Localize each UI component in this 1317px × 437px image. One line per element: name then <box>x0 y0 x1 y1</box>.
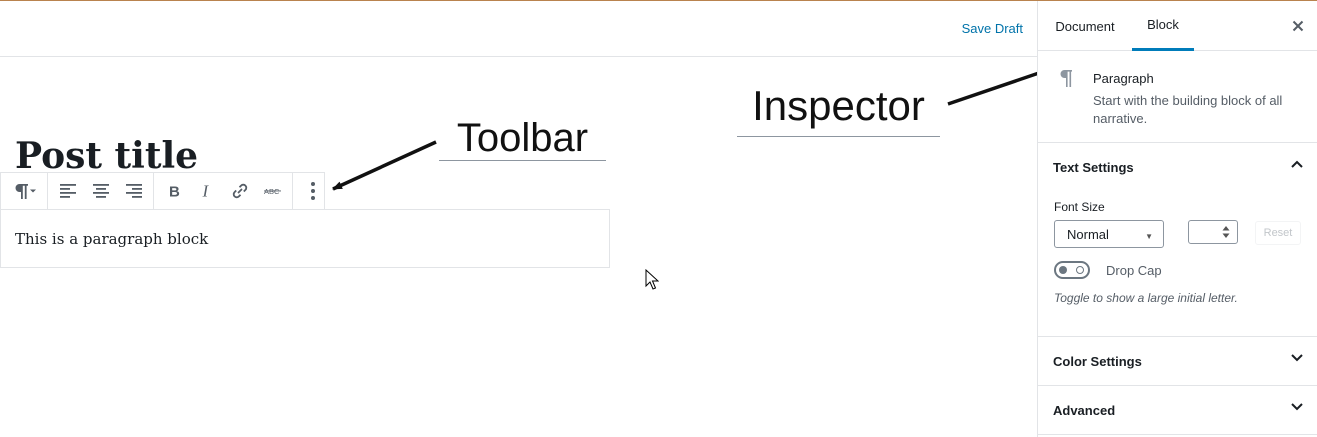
color-settings-panel: Color Settings <box>1038 337 1317 386</box>
tab-block[interactable]: Block <box>1132 1 1194 51</box>
post-title[interactable]: Post title <box>15 138 198 172</box>
chevron-up-icon <box>1291 160 1303 168</box>
font-size-label: Font Size <box>1054 200 1105 214</box>
dropdown-caret-icon: ▼ <box>1145 232 1153 241</box>
strikethrough-icon: ABC <box>263 187 281 196</box>
link-button[interactable] <box>223 173 256 209</box>
toggle-off-indicator <box>1076 266 1084 274</box>
spinner-arrows-icon[interactable] <box>1221 225 1231 239</box>
block-toolbar: B I ABC <box>0 172 325 210</box>
block-switcher-group <box>1 173 48 209</box>
color-settings-toggle[interactable]: Color Settings <box>1038 337 1317 385</box>
close-sidebar-button[interactable] <box>1289 17 1307 35</box>
svg-text:I: I <box>201 184 209 198</box>
align-center-icon <box>92 184 109 198</box>
chevron-down-icon <box>1291 403 1303 411</box>
strikethrough-button[interactable]: ABC <box>256 173 289 209</box>
more-options-icon <box>310 182 315 200</box>
block-card-title: Paragraph <box>1093 71 1154 86</box>
svg-text:ABC: ABC <box>264 187 280 196</box>
more-options-button[interactable] <box>296 173 329 209</box>
mouse-cursor-icon <box>645 269 659 290</box>
svg-text:B: B <box>169 184 180 198</box>
advanced-title: Advanced <box>1053 402 1116 418</box>
alignment-group <box>48 173 154 209</box>
toggle-knob <box>1059 266 1067 274</box>
custom-font-size-input[interactable] <box>1188 220 1238 244</box>
sidebar-tabs: Document Block <box>1038 1 1317 51</box>
reset-font-size-button[interactable]: Reset <box>1255 221 1301 245</box>
align-right-button[interactable] <box>117 173 150 209</box>
inspector-sidebar: Document Block Paragraph Start with the … <box>1037 1 1317 437</box>
paragraph-icon <box>1060 70 1072 87</box>
text-settings-panel: Text Settings Font Size Normal ▼ Reset D… <box>1038 143 1317 337</box>
drop-cap-help-text: Toggle to show a large initial letter. <box>1054 291 1238 305</box>
block-card: Paragraph Start with the building block … <box>1038 51 1317 143</box>
text-settings-title: Text Settings <box>1053 159 1134 175</box>
bold-icon: B <box>169 184 180 198</box>
tab-document[interactable]: Document <box>1046 1 1124 51</box>
close-icon <box>1292 20 1304 32</box>
font-size-select[interactable]: Normal ▼ <box>1054 220 1164 248</box>
paragraph-text[interactable]: This is a paragraph block <box>15 230 208 248</box>
align-right-icon <box>125 184 142 198</box>
paragraph-block[interactable]: This is a paragraph block <box>0 209 610 268</box>
advanced-panel: Advanced <box>1038 386 1317 435</box>
block-card-description: Start with the building block of all nar… <box>1093 93 1283 126</box>
paragraph-icon <box>15 184 36 199</box>
drop-cap-label: Drop Cap <box>1106 263 1162 278</box>
toolbar-arrow <box>332 140 437 191</box>
inspector-annotation: Inspector <box>737 76 940 137</box>
font-size-value: Normal <box>1067 226 1109 242</box>
align-left-icon <box>59 184 76 198</box>
color-settings-title: Color Settings <box>1053 353 1142 369</box>
align-left-button[interactable] <box>51 173 84 209</box>
toolbar-annotation: Toolbar <box>439 116 606 161</box>
italic-button[interactable]: I <box>190 173 223 209</box>
italic-icon: I <box>201 184 209 198</box>
chevron-down-icon <box>1291 354 1303 362</box>
save-draft-button[interactable]: Save Draft <box>962 21 1023 36</box>
editor-header: Save Draft <box>0 1 1037 57</box>
formatting-group: B I ABC <box>154 173 293 209</box>
drop-cap-toggle[interactable] <box>1054 261 1090 279</box>
link-icon <box>232 183 247 199</box>
advanced-toggle[interactable]: Advanced <box>1038 386 1317 434</box>
text-settings-toggle[interactable]: Text Settings <box>1038 143 1317 191</box>
block-switcher-button[interactable] <box>4 173 44 209</box>
bold-button[interactable]: B <box>157 173 190 209</box>
more-group <box>293 173 332 209</box>
align-center-button[interactable] <box>84 173 117 209</box>
